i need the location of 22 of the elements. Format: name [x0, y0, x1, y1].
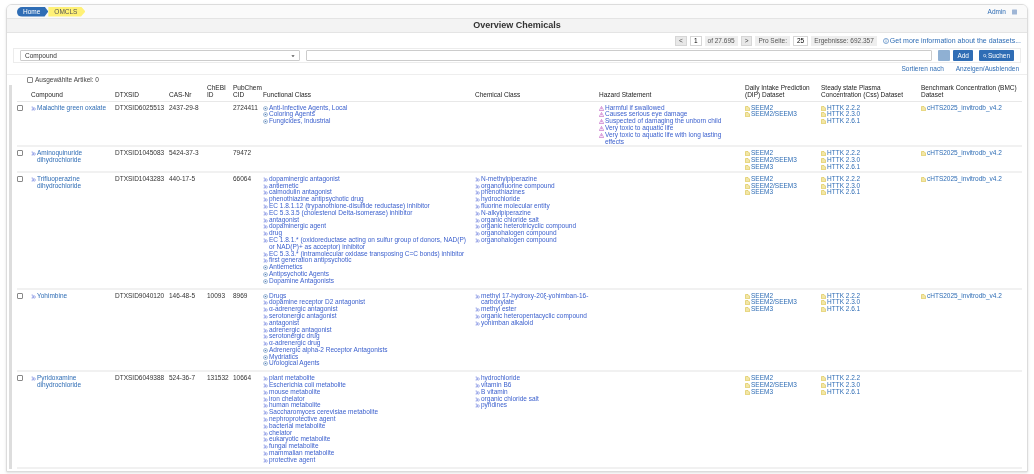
- ontology-icon: [475, 293, 480, 299]
- file-icon: [921, 105, 926, 111]
- circle-icon: [263, 293, 268, 299]
- file-icon: [921, 176, 926, 182]
- checkbox[interactable]: [17, 150, 23, 157]
- compound-icon: [31, 293, 36, 299]
- compound-icon: [31, 105, 36, 111]
- checkbox[interactable]: [17, 292, 23, 299]
- clear-button[interactable]: [938, 50, 951, 61]
- file-icon: [921, 151, 926, 157]
- compound-icon: [31, 151, 36, 157]
- info-icon: [882, 38, 889, 44]
- compound-icon: [31, 376, 36, 382]
- checkbox[interactable]: [27, 76, 33, 83]
- file-icon: [921, 293, 926, 299]
- search-icon: [982, 53, 987, 58]
- page-title: Overview Chemicals: [473, 18, 561, 32]
- search-field[interactable]: [306, 50, 933, 61]
- compound-icon: [31, 176, 36, 182]
- checkbox[interactable]: [17, 175, 23, 182]
- checkbox[interactable]: [17, 375, 23, 382]
- checkbox[interactable]: [17, 104, 23, 111]
